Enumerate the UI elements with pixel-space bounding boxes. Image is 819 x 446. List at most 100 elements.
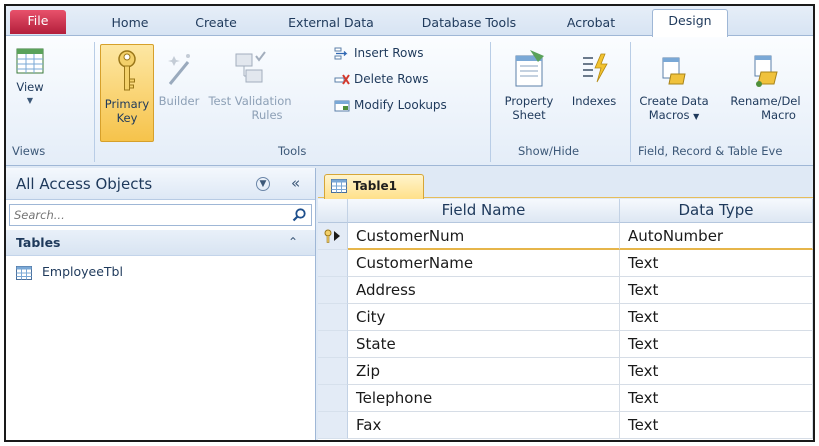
- data-type-cell[interactable]: Text: [620, 358, 813, 385]
- view-button[interactable]: View ▼: [10, 46, 50, 108]
- field-name-cell[interactable]: Zip: [348, 358, 620, 385]
- column-header-field-name[interactable]: Field Name: [348, 199, 620, 223]
- data-type-cell[interactable]: Text: [620, 304, 813, 331]
- select-all-corner[interactable]: [318, 199, 348, 223]
- data-type-cell[interactable]: Text: [620, 412, 813, 439]
- field-name-cell[interactable]: Fax: [348, 412, 620, 439]
- indexes-icon: [583, 53, 608, 83]
- field-name-cell[interactable]: Telephone: [348, 385, 620, 412]
- tab-database-tools[interactable]: Database Tools: [410, 12, 528, 36]
- collapse-group-icon[interactable]: ⌃: [288, 235, 298, 249]
- tab-home[interactable]: Home: [102, 12, 158, 36]
- collapse-pane-icon[interactable]: «: [291, 174, 300, 192]
- primary-key-row-icon: [324, 229, 340, 243]
- row-selector[interactable]: [318, 331, 348, 358]
- create-data-macros-label-1: Create Data: [639, 94, 709, 108]
- dropdown-arrow-icon: ▼: [693, 112, 700, 121]
- search-icon[interactable]: [291, 207, 307, 223]
- chevron-down-icon: ▼: [26, 96, 34, 105]
- builder-label: Builder: [158, 94, 200, 108]
- table-row[interactable]: CustomerNum AutoNumber: [318, 223, 813, 250]
- tab-create[interactable]: Create: [184, 12, 248, 36]
- document-tab-label: Table1: [353, 179, 397, 193]
- tab-file[interactable]: File: [10, 10, 66, 34]
- field-name-cell[interactable]: City: [348, 304, 620, 331]
- test-validation-label-1: Test Validation: [208, 94, 292, 108]
- validation-rules-icon: [235, 51, 266, 83]
- data-type-cell[interactable]: Text: [620, 385, 813, 412]
- row-selector[interactable]: [318, 385, 348, 412]
- nav-item-employeetbl[interactable]: EmployeeTbl: [16, 264, 123, 282]
- table-icon: [16, 265, 32, 280]
- access-window: File Home Create External Data Database …: [4, 4, 815, 442]
- table-row[interactable]: State Text: [318, 331, 813, 358]
- datasheet-view-icon: [16, 48, 44, 74]
- document-tab-table1[interactable]: Table1: [324, 174, 424, 199]
- builder-button[interactable]: Builder: [156, 50, 202, 108]
- row-selector[interactable]: [318, 358, 348, 385]
- tools-group-label: Tools: [278, 144, 307, 158]
- table-row[interactable]: CustomerName Text: [318, 250, 813, 277]
- table-design-grid: Field Name Data Type CustomerNum AutoNum…: [318, 199, 813, 440]
- table-row[interactable]: City Text: [318, 304, 813, 331]
- rename-delete-macro-label-1: Rename/Del: [730, 94, 801, 108]
- data-type-cell[interactable]: Text: [620, 250, 813, 277]
- primary-key-label-2: Key: [116, 111, 138, 125]
- ribbon-tab-bar: File Home Create External Data Database …: [6, 6, 813, 37]
- data-macro-icon: [662, 57, 686, 85]
- delete-rows-button[interactable]: Delete Rows: [334, 72, 428, 87]
- views-group-label: Views: [12, 144, 46, 158]
- group-divider: [94, 42, 95, 162]
- field-name-cell[interactable]: CustomerName: [348, 250, 620, 277]
- table-row[interactable]: Telephone Text: [318, 385, 813, 412]
- data-type-cell[interactable]: Text: [620, 331, 813, 358]
- row-selector[interactable]: [318, 412, 348, 439]
- property-sheet-button[interactable]: Property Sheet: [494, 50, 564, 122]
- data-type-cell[interactable]: Text: [620, 277, 813, 304]
- field-name-cell[interactable]: CustomerNum: [348, 223, 620, 250]
- test-validation-rules-button[interactable]: Test Validation Rules: [206, 50, 294, 122]
- table-row[interactable]: Address Text: [318, 277, 813, 304]
- showhide-group-label: Show/Hide: [518, 144, 580, 158]
- document-tab-strip: Table1: [318, 168, 813, 199]
- nav-pane-header[interactable]: All Access Objects ▼ «: [6, 168, 315, 200]
- nav-pane-title: All Access Objects: [16, 175, 153, 193]
- view-label: View: [16, 80, 44, 94]
- insert-rows-button[interactable]: Insert Rows: [334, 46, 423, 61]
- field-name-cell[interactable]: State: [348, 331, 620, 358]
- tab-acrobat[interactable]: Acrobat: [558, 12, 624, 36]
- test-validation-label-2: Rules: [251, 108, 283, 122]
- tab-design[interactable]: Design: [652, 9, 728, 37]
- column-header-data-type[interactable]: Data Type: [620, 199, 813, 223]
- field-name-cell[interactable]: Address: [348, 277, 620, 304]
- tab-external-data[interactable]: External Data: [276, 12, 386, 36]
- insert-rows-icon: [334, 47, 348, 59]
- group-divider: [630, 42, 631, 162]
- table-row[interactable]: Zip Text: [318, 358, 813, 385]
- tables-group-header[interactable]: Tables ⌃: [6, 230, 315, 256]
- row-selector[interactable]: [318, 250, 348, 277]
- navigation-pane: All Access Objects ▼ « Tables ⌃ Employee: [6, 168, 316, 440]
- rename-macro-icon: [754, 55, 778, 87]
- nav-menu-dropdown-icon[interactable]: ▼: [256, 177, 270, 191]
- tables-group-label: Tables: [16, 235, 61, 250]
- ribbon: View ▼ Views Primary Key Builder Test Va…: [6, 36, 813, 166]
- insert-rows-label: Insert Rows: [354, 46, 424, 60]
- indexes-button[interactable]: Indexes: [566, 50, 622, 108]
- modify-lookups-label: Modify Lookups: [354, 98, 447, 112]
- primary-key-button[interactable]: Primary Key: [100, 44, 154, 142]
- delete-rows-label: Delete Rows: [354, 72, 429, 86]
- modify-lookups-button[interactable]: Modify Lookups: [334, 98, 447, 113]
- delete-rows-icon: [334, 73, 350, 85]
- document-area: Table1 Field Name Data Type CustomerNum …: [318, 168, 813, 440]
- create-data-macros-button[interactable]: Create Data Macros ▼: [632, 50, 716, 124]
- data-type-cell[interactable]: AutoNumber: [620, 223, 813, 250]
- row-selector[interactable]: [318, 223, 348, 250]
- search-input[interactable]: [10, 205, 286, 225]
- field-events-group-label: Field, Record & Table Eve: [638, 144, 783, 158]
- table-row[interactable]: Fax Text: [318, 412, 813, 439]
- rename-delete-macro-button[interactable]: Rename/Del Macro: [718, 50, 813, 122]
- row-selector[interactable]: [318, 304, 348, 331]
- search-box: [9, 204, 312, 226]
- row-selector[interactable]: [318, 277, 348, 304]
